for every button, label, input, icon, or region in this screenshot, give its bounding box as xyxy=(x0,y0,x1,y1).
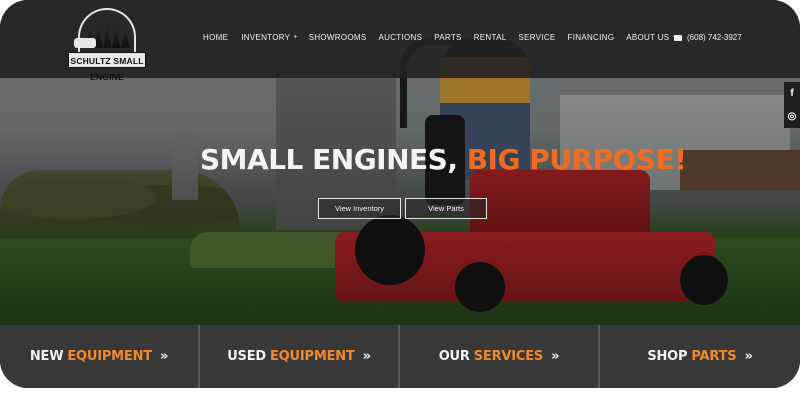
nav-item-showrooms[interactable]: SHOWROOMS xyxy=(309,31,367,45)
hero-headline: SMALL ENGINES, BIG PURPOSE! xyxy=(200,140,687,180)
nav-item-label: SERVICE xyxy=(518,33,556,42)
site-logo[interactable]: SCHULTZ SMALL ENGINE xyxy=(68,8,146,82)
nav-item-rental[interactable]: RENTAL xyxy=(474,31,507,45)
double-chevron-right-icon: » xyxy=(159,349,169,364)
cta-label-white: USED xyxy=(227,349,266,364)
view-inventory-button[interactable]: View Inventory xyxy=(318,198,401,219)
nav-item-label: AUCTIONS xyxy=(378,33,423,42)
nav-item-label: HOME xyxy=(203,33,229,42)
cta-label-orange: EQUIPMENT xyxy=(67,349,152,364)
nav-item-parts[interactable]: PARTS xyxy=(434,31,461,45)
instagram-icon[interactable]: ◎ xyxy=(784,105,800,128)
phone-link[interactable]: (608) 742-3927 xyxy=(674,31,742,45)
cta-new-equipment[interactable]: NEW EQUIPMENT » xyxy=(0,325,200,388)
cta-label-white: NEW xyxy=(29,349,64,364)
social-sidebar: f ◎ xyxy=(784,82,800,128)
view-parts-button[interactable]: View Parts xyxy=(405,198,487,219)
cta-our-services[interactable]: OUR SERVICES » xyxy=(400,325,600,388)
headline-white: SMALL ENGINES, xyxy=(200,143,458,176)
cta-strip: NEW EQUIPMENT » USED EQUIPMENT » OUR SER… xyxy=(0,325,800,388)
nav-item-label: ABOUT US xyxy=(626,33,670,42)
logo-mower-icon xyxy=(74,38,96,48)
cta-label-orange: SERVICES xyxy=(473,349,544,364)
logo-text: SCHULTZ SMALL ENGINE xyxy=(68,52,146,82)
headline-orange: BIG PURPOSE! xyxy=(466,143,687,176)
page-frame: SCHULTZ SMALL ENGINE HOME INVENTORY + SH… xyxy=(0,0,800,388)
cta-used-equipment[interactable]: USED EQUIPMENT » xyxy=(200,325,400,388)
double-chevron-right-icon: » xyxy=(744,349,753,364)
cta-label-orange: PARTS xyxy=(691,349,737,364)
nav-item-financing[interactable]: FINANCING xyxy=(568,31,615,45)
nav-item-label: PARTS xyxy=(434,33,462,42)
plus-icon: + xyxy=(293,34,298,41)
double-chevron-right-icon: » xyxy=(551,349,560,364)
nav-item-about-us[interactable]: ABOUT US + xyxy=(626,31,677,45)
cta-label-orange: EQUIPMENT xyxy=(269,349,355,364)
nav-item-label: INVENTORY xyxy=(241,33,291,42)
nav-item-inventory[interactable]: INVENTORY + xyxy=(241,31,297,45)
cta-label-white: SHOP xyxy=(647,349,688,364)
envelope-icon xyxy=(674,35,682,41)
main-nav: HOME INVENTORY + SHOWROOMS AUCTIONS PART… xyxy=(203,31,677,45)
phone-number: (608) 742-3927 xyxy=(687,33,742,42)
nav-item-service[interactable]: SERVICE xyxy=(518,31,555,45)
nav-item-label: FINANCING xyxy=(567,33,615,42)
cta-shop-parts[interactable]: SHOP PARTS » xyxy=(600,325,800,388)
nav-item-auctions[interactable]: AUCTIONS xyxy=(379,31,423,45)
nav-item-label: RENTAL xyxy=(473,33,507,42)
site-header: SCHULTZ SMALL ENGINE HOME INVENTORY + SH… xyxy=(0,0,800,82)
nav-item-label: SHOWROOMS xyxy=(308,33,367,42)
double-chevron-right-icon: » xyxy=(362,349,371,364)
facebook-icon[interactable]: f xyxy=(784,82,800,105)
nav-item-home[interactable]: HOME xyxy=(203,31,228,45)
cta-label-white: OUR xyxy=(438,349,470,364)
